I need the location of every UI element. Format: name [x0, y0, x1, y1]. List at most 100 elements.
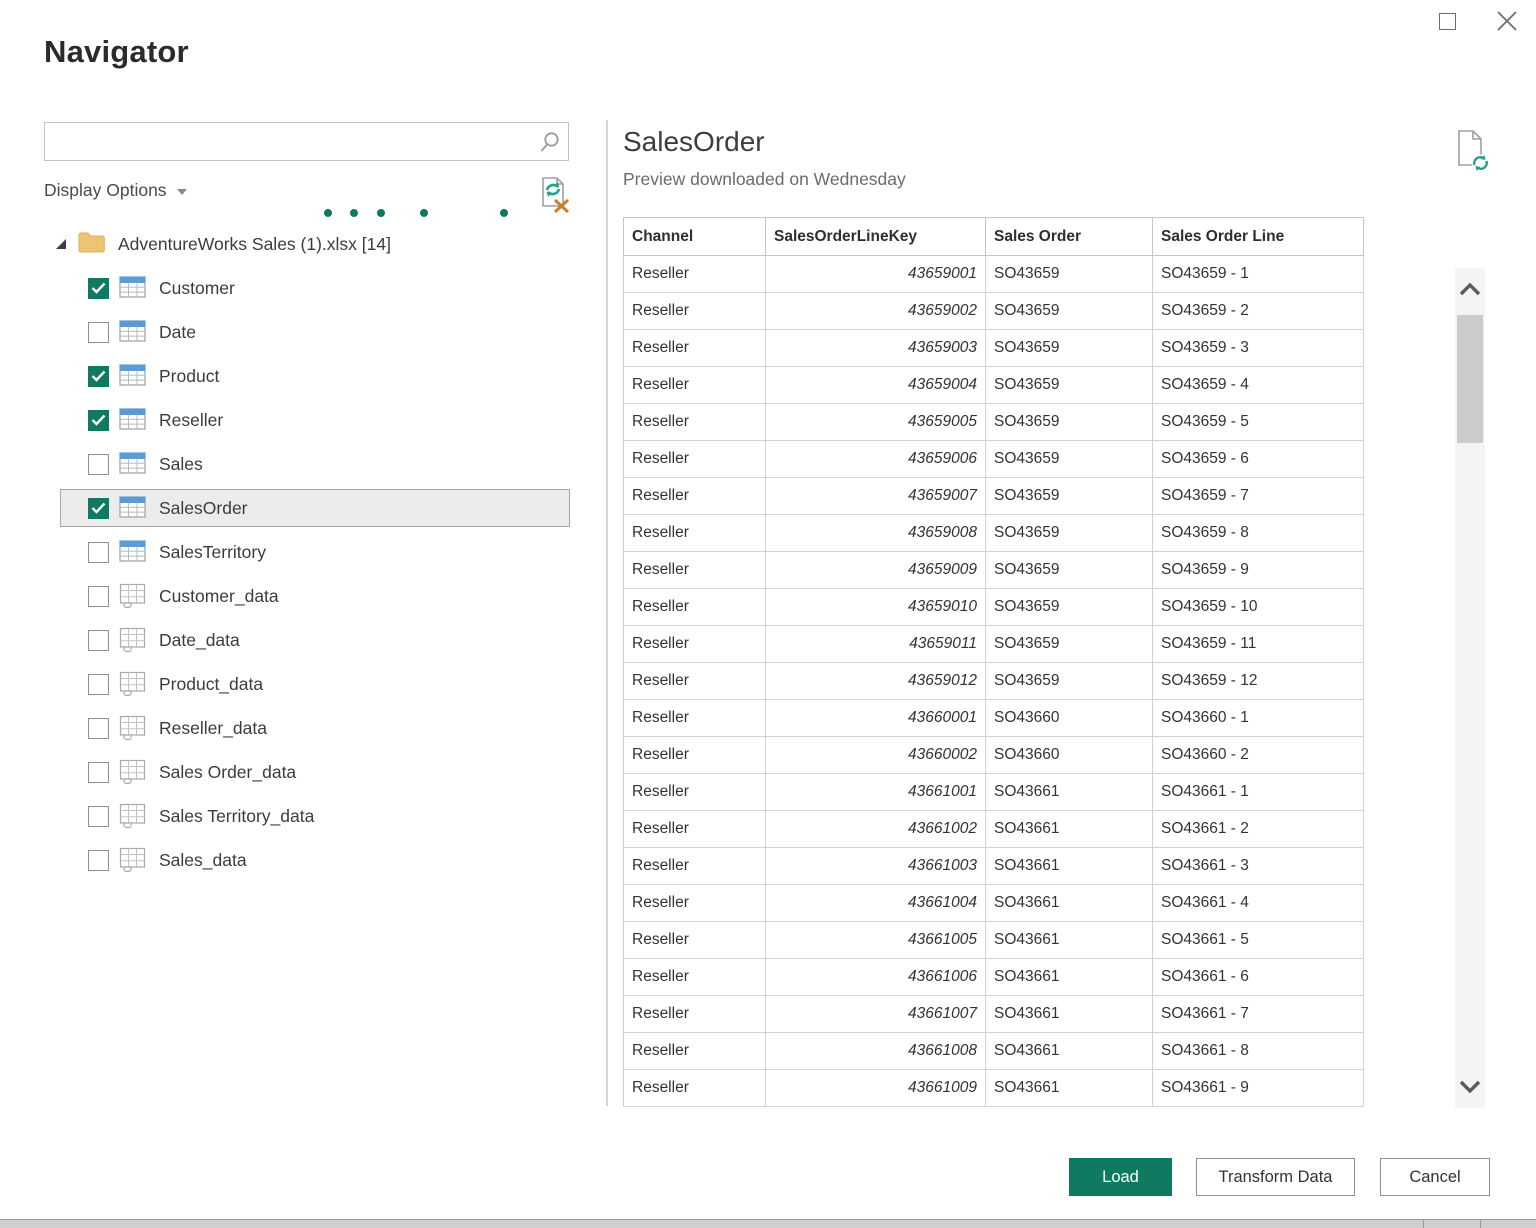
- table-row: Reseller 43659007 SO43659 SO43659 - 7: [624, 478, 1364, 515]
- cancel-refresh-button[interactable]: [538, 174, 572, 214]
- tree-item-product-data[interactable]: Product_data: [0, 662, 590, 706]
- preview-scrollbar[interactable]: [1455, 268, 1485, 1108]
- cell-channel: Reseller: [624, 996, 766, 1033]
- table-row: Reseller 43659006 SO43659 SO43659 - 6: [624, 441, 1364, 478]
- item-checkbox[interactable]: [88, 410, 109, 431]
- table-row: Reseller 43659011 SO43659 SO43659 - 11: [624, 626, 1364, 663]
- cell-sales-order: SO43661: [986, 1070, 1153, 1107]
- item-checkbox[interactable]: [88, 498, 109, 519]
- cell-channel: Reseller: [624, 700, 766, 737]
- cell-salesorderlinekey: 43659010: [766, 589, 986, 626]
- tree-item-label: Sales_data: [159, 850, 247, 871]
- refresh-preview-button[interactable]: [1453, 128, 1491, 174]
- search-input[interactable]: [45, 123, 532, 160]
- transform-data-button[interactable]: Transform Data: [1196, 1158, 1355, 1196]
- cell-salesorderlinekey: 43661007: [766, 996, 986, 1033]
- cell-sales-order: SO43661: [986, 848, 1153, 885]
- tree-item-label: Product_data: [159, 674, 263, 695]
- loading-dot: [377, 209, 385, 217]
- cell-sales-order-line: SO43661 - 2: [1153, 811, 1364, 848]
- tree-item-salesterritory[interactable]: SalesTerritory: [0, 530, 590, 574]
- table-icon: [119, 539, 146, 563]
- table-row: Reseller 43661006 SO43661 SO43661 - 6: [624, 959, 1364, 996]
- cell-sales-order-line: SO43659 - 9: [1153, 552, 1364, 589]
- item-checkbox[interactable]: [88, 454, 109, 475]
- table-row: Reseller 43661001 SO43661 SO43661 - 1: [624, 774, 1364, 811]
- cell-salesorderlinekey: 43661008: [766, 1033, 986, 1070]
- cell-sales-order-line: SO43659 - 3: [1153, 330, 1364, 367]
- load-button[interactable]: Load: [1069, 1158, 1172, 1196]
- tree-item-customer[interactable]: Customer: [0, 266, 590, 310]
- cell-salesorderlinekey: 43659006: [766, 441, 986, 478]
- worksheet-icon: [119, 671, 146, 697]
- cell-salesorderlinekey: 43659012: [766, 663, 986, 700]
- table-row: Reseller 43661005 SO43661 SO43661 - 5: [624, 922, 1364, 959]
- item-checkbox[interactable]: [88, 718, 109, 739]
- tree-item-sales-order-data[interactable]: Sales Order_data: [0, 750, 590, 794]
- table-row: Reseller 43659008 SO43659 SO43659 - 8: [624, 515, 1364, 552]
- item-checkbox[interactable]: [88, 542, 109, 563]
- item-checkbox[interactable]: [88, 674, 109, 695]
- search-icon[interactable]: [532, 123, 568, 160]
- tree-item-reseller[interactable]: Reseller: [0, 398, 590, 442]
- chevron-down-icon: [1459, 1080, 1481, 1094]
- cell-sales-order: SO43661: [986, 922, 1153, 959]
- item-checkbox[interactable]: [88, 586, 109, 607]
- tree-item-product[interactable]: Product: [0, 354, 590, 398]
- cell-sales-order-line: SO43659 - 5: [1153, 404, 1364, 441]
- cell-sales-order-line: SO43661 - 5: [1153, 922, 1364, 959]
- tree-item-sales[interactable]: Sales: [0, 442, 590, 486]
- table-row: Reseller 43660001 SO43660 SO43660 - 1: [624, 700, 1364, 737]
- cell-sales-order: SO43659: [986, 330, 1153, 367]
- maximize-button[interactable]: [1434, 8, 1460, 34]
- cell-sales-order: SO43659: [986, 589, 1153, 626]
- cancel-button[interactable]: Cancel: [1380, 1158, 1490, 1196]
- scrollbar-thumb[interactable]: [1457, 315, 1483, 443]
- cell-channel: Reseller: [624, 552, 766, 589]
- cell-salesorderlinekey: 43659009: [766, 552, 986, 589]
- item-checkbox[interactable]: [88, 366, 109, 387]
- cell-salesorderlinekey: 43659001: [766, 256, 986, 293]
- tree-item-date-data[interactable]: Date_data: [0, 618, 590, 662]
- tree-item-salesorder[interactable]: SalesOrder: [0, 486, 590, 530]
- cell-channel: Reseller: [624, 404, 766, 441]
- item-checkbox[interactable]: [88, 850, 109, 871]
- table-icon: [119, 275, 146, 299]
- worksheet-icon: [119, 583, 146, 609]
- loading-dot: [324, 209, 332, 217]
- folder-icon: [78, 231, 105, 258]
- cell-salesorderlinekey: 43661003: [766, 848, 986, 885]
- column-header-salesorderlinekey: SalesOrderLineKey: [766, 218, 986, 256]
- item-checkbox[interactable]: [88, 806, 109, 827]
- item-checkbox[interactable]: [88, 322, 109, 343]
- tree-item-date[interactable]: Date: [0, 310, 590, 354]
- scroll-down-button[interactable]: [1455, 1070, 1485, 1104]
- cell-channel: Reseller: [624, 626, 766, 663]
- tree-item-reseller-data[interactable]: Reseller_data: [0, 706, 590, 750]
- cell-channel: Reseller: [624, 293, 766, 330]
- table-row: Reseller 43661004 SO43661 SO43661 - 4: [624, 885, 1364, 922]
- cell-sales-order: SO43660: [986, 737, 1153, 774]
- cell-channel: Reseller: [624, 589, 766, 626]
- column-header-sales-order: Sales Order: [986, 218, 1153, 256]
- cell-salesorderlinekey: 43661001: [766, 774, 986, 811]
- close-button[interactable]: [1494, 8, 1520, 34]
- cell-sales-order: SO43659: [986, 293, 1153, 330]
- scroll-up-button[interactable]: [1455, 272, 1485, 306]
- display-options-dropdown[interactable]: Display Options: [44, 176, 187, 204]
- tree-item-sales-data[interactable]: Sales_data: [0, 838, 590, 882]
- item-checkbox[interactable]: [88, 278, 109, 299]
- cell-salesorderlinekey: 43660002: [766, 737, 986, 774]
- refresh-preview-icon: [1453, 128, 1491, 174]
- expand-collapse-icon[interactable]: [56, 239, 66, 249]
- tree-root-workbook[interactable]: AdventureWorks Sales (1).xlsx [14]: [0, 222, 590, 266]
- item-checkbox[interactable]: [88, 630, 109, 651]
- cell-sales-order: SO43661: [986, 959, 1153, 996]
- tree-item-label: Sales: [159, 454, 203, 475]
- cell-sales-order-line: SO43659 - 8: [1153, 515, 1364, 552]
- cell-channel: Reseller: [624, 441, 766, 478]
- table-row: Reseller 43661002 SO43661 SO43661 - 2: [624, 811, 1364, 848]
- item-checkbox[interactable]: [88, 762, 109, 783]
- tree-item-sales-territory-data[interactable]: Sales Territory_data: [0, 794, 590, 838]
- tree-item-customer-data[interactable]: Customer_data: [0, 574, 590, 618]
